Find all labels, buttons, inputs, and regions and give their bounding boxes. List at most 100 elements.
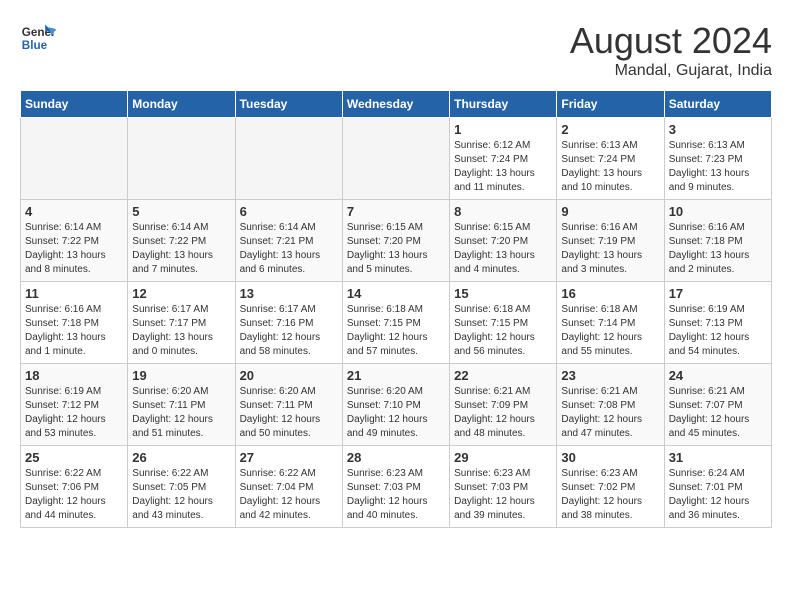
calendar-cell-1-0: 4Sunrise: 6:14 AM Sunset: 7:22 PM Daylig… bbox=[21, 200, 128, 282]
calendar-cell-4-6: 31 Sunrise: 6:24 AM Sunset: 7:01 PM Dayli… bbox=[664, 446, 771, 528]
day-number: 1 bbox=[454, 122, 552, 137]
day-number: 17 bbox=[669, 286, 767, 301]
day-number: 31 bbox=[669, 450, 767, 465]
calendar-cell-1-5: 9 Sunrise: 6:16 AM Sunset: 7:19 PM Daylig… bbox=[557, 200, 664, 282]
calendar-cell-0-3 bbox=[342, 118, 449, 200]
calendar-cell-1-6: 10 Sunrise: 6:16 AM Sunset: 7:18 PM Dayli… bbox=[664, 200, 771, 282]
weekday-header-row: Sunday Monday Tuesday Wednesday Thursday… bbox=[21, 91, 772, 118]
day-info: Sunrise: 6:21 AM Sunset: 7:07 PM Dayligh… bbox=[669, 385, 767, 441]
calendar-table: Sunday Monday Tuesday Wednesday Thursday… bbox=[20, 90, 772, 528]
week-row-4: 18 Sunrise: 6:19 AM Sunset: 7:12 PM Dayli… bbox=[21, 364, 772, 446]
calendar-cell-2-5: 16 Sunrise: 6:18 AM Sunset: 7:14 PM Dayli… bbox=[557, 282, 664, 364]
week-row-3: 11 Sunrise: 6:16 AM Sunset: 7:18 PM Dayli… bbox=[21, 282, 772, 364]
calendar-cell-3-5: 23 Sunrise: 6:21 AM Sunset: 7:08 PM Dayli… bbox=[557, 364, 664, 446]
calendar-cell-4-4: 29Sunrise: 6:23 AM Sunset: 7:03 PM Dayli… bbox=[450, 446, 557, 528]
calendar-cell-1-1: 5 Sunrise: 6:14 AM Sunset: 7:22 PM Daylig… bbox=[128, 200, 235, 282]
day-number: 5 bbox=[132, 204, 230, 219]
day-number: 3 bbox=[669, 122, 767, 137]
day-info: Sunrise: 6:12 AM Sunset: 7:24 PM Dayligh… bbox=[454, 139, 552, 195]
calendar-cell-1-4: 8Sunrise: 6:15 AM Sunset: 7:20 PM Daylig… bbox=[450, 200, 557, 282]
day-info: Sunrise: 6:18 AM Sunset: 7:15 PM Dayligh… bbox=[454, 303, 552, 359]
day-number: 29 bbox=[454, 450, 552, 465]
week-row-5: 25Sunrise: 6:22 AM Sunset: 7:06 PM Dayli… bbox=[21, 446, 772, 528]
location-title: Mandal, Gujarat, India bbox=[570, 62, 772, 80]
month-title: August 2024 bbox=[570, 20, 772, 62]
header-thursday: Thursday bbox=[450, 91, 557, 118]
day-number: 30 bbox=[561, 450, 659, 465]
day-info: Sunrise: 6:16 AM Sunset: 7:19 PM Dayligh… bbox=[561, 221, 659, 277]
calendar-cell-0-5: 2 Sunrise: 6:13 AM Sunset: 7:24 PM Daylig… bbox=[557, 118, 664, 200]
day-number: 22 bbox=[454, 368, 552, 383]
calendar-cell-3-3: 21 Sunrise: 6:20 AM Sunset: 7:10 PM Dayli… bbox=[342, 364, 449, 446]
day-info: Sunrise: 6:16 AM Sunset: 7:18 PM Dayligh… bbox=[669, 221, 767, 277]
header-sunday: Sunday bbox=[21, 91, 128, 118]
day-info: Sunrise: 6:23 AM Sunset: 7:03 PM Dayligh… bbox=[347, 467, 445, 523]
header-friday: Friday bbox=[557, 91, 664, 118]
day-info: Sunrise: 6:17 AM Sunset: 7:17 PM Dayligh… bbox=[132, 303, 230, 359]
calendar-cell-0-6: 3 Sunrise: 6:13 AM Sunset: 7:23 PM Daylig… bbox=[664, 118, 771, 200]
day-info: Sunrise: 6:20 AM Sunset: 7:11 PM Dayligh… bbox=[240, 385, 338, 441]
day-number: 8 bbox=[454, 204, 552, 219]
week-row-2: 4 Sunrise: 6:14 AM Sunset: 7:22 PM Daylig… bbox=[21, 200, 772, 282]
day-number: 11 bbox=[25, 286, 123, 301]
day-number: 18 bbox=[25, 368, 123, 383]
day-number: 21 bbox=[347, 368, 445, 383]
day-info: Sunrise: 6:21 AM Sunset: 7:08 PM Dayligh… bbox=[561, 385, 659, 441]
day-number: 19 bbox=[132, 368, 230, 383]
calendar-cell-3-0: 18 Sunrise: 6:19 AM Sunset: 7:12 PM Dayli… bbox=[21, 364, 128, 446]
day-info: Sunrise: 6:19 AM Sunset: 7:13 PM Dayligh… bbox=[669, 303, 767, 359]
day-number: 23 bbox=[561, 368, 659, 383]
calendar-cell-0-1 bbox=[128, 118, 235, 200]
day-number: 20 bbox=[240, 368, 338, 383]
week-row-1: 1 Sunrise: 6:12 AM Sunset: 7:24 PM Daylig… bbox=[21, 118, 772, 200]
day-info: Sunrise: 6:22 AM Sunset: 7:05 PM Dayligh… bbox=[132, 467, 230, 523]
header-wednesday: Wednesday bbox=[342, 91, 449, 118]
day-number: 24 bbox=[669, 368, 767, 383]
day-number: 2 bbox=[561, 122, 659, 137]
calendar-cell-3-6: 24 Sunrise: 6:21 AM Sunset: 7:07 PM Dayli… bbox=[664, 364, 771, 446]
day-number: 25 bbox=[25, 450, 123, 465]
day-info: Sunrise: 6:18 AM Sunset: 7:14 PM Dayligh… bbox=[561, 303, 659, 359]
day-info: Sunrise: 6:20 AM Sunset: 7:10 PM Dayligh… bbox=[347, 385, 445, 441]
logo-icon: General Blue bbox=[20, 20, 56, 56]
day-info: Sunrise: 6:21 AM Sunset: 7:09 PM Dayligh… bbox=[454, 385, 552, 441]
day-info: Sunrise: 6:13 AM Sunset: 7:24 PM Dayligh… bbox=[561, 139, 659, 195]
header-saturday: Saturday bbox=[664, 91, 771, 118]
calendar-cell-4-5: 30 Sunrise: 6:23 AM Sunset: 7:02 PM Dayli… bbox=[557, 446, 664, 528]
day-number: 7 bbox=[347, 204, 445, 219]
day-number: 6 bbox=[240, 204, 338, 219]
day-info: Sunrise: 6:19 AM Sunset: 7:12 PM Dayligh… bbox=[25, 385, 123, 441]
day-info: Sunrise: 6:16 AM Sunset: 7:18 PM Dayligh… bbox=[25, 303, 123, 359]
header-tuesday: Tuesday bbox=[235, 91, 342, 118]
day-info: Sunrise: 6:24 AM Sunset: 7:01 PM Dayligh… bbox=[669, 467, 767, 523]
day-info: Sunrise: 6:18 AM Sunset: 7:15 PM Dayligh… bbox=[347, 303, 445, 359]
calendar-cell-1-3: 7Sunrise: 6:15 AM Sunset: 7:20 PM Daylig… bbox=[342, 200, 449, 282]
day-info: Sunrise: 6:23 AM Sunset: 7:02 PM Dayligh… bbox=[561, 467, 659, 523]
day-number: 4 bbox=[25, 204, 123, 219]
day-number: 10 bbox=[669, 204, 767, 219]
calendar-cell-4-2: 27Sunrise: 6:22 AM Sunset: 7:04 PM Dayli… bbox=[235, 446, 342, 528]
calendar-cell-3-4: 22 Sunrise: 6:21 AM Sunset: 7:09 PM Dayli… bbox=[450, 364, 557, 446]
day-info: Sunrise: 6:17 AM Sunset: 7:16 PM Dayligh… bbox=[240, 303, 338, 359]
calendar-cell-0-2 bbox=[235, 118, 342, 200]
calendar-cell-4-3: 28 Sunrise: 6:23 AM Sunset: 7:03 PM Dayli… bbox=[342, 446, 449, 528]
calendar-cell-3-1: 19 Sunrise: 6:20 AM Sunset: 7:11 PM Dayli… bbox=[128, 364, 235, 446]
calendar-cell-0-0 bbox=[21, 118, 128, 200]
day-number: 13 bbox=[240, 286, 338, 301]
day-info: Sunrise: 6:14 AM Sunset: 7:21 PM Dayligh… bbox=[240, 221, 338, 277]
logo: General Blue bbox=[20, 20, 56, 56]
day-info: Sunrise: 6:14 AM Sunset: 7:22 PM Dayligh… bbox=[132, 221, 230, 277]
calendar-cell-2-1: 12 Sunrise: 6:17 AM Sunset: 7:17 PM Dayli… bbox=[128, 282, 235, 364]
day-info: Sunrise: 6:20 AM Sunset: 7:11 PM Dayligh… bbox=[132, 385, 230, 441]
title-area: August 2024 Mandal, Gujarat, India bbox=[570, 20, 772, 80]
day-number: 28 bbox=[347, 450, 445, 465]
day-info: Sunrise: 6:22 AM Sunset: 7:04 PM Dayligh… bbox=[240, 467, 338, 523]
day-number: 16 bbox=[561, 286, 659, 301]
day-number: 15 bbox=[454, 286, 552, 301]
page-header: General Blue August 2024 Mandal, Gujarat… bbox=[20, 20, 772, 80]
day-info: Sunrise: 6:13 AM Sunset: 7:23 PM Dayligh… bbox=[669, 139, 767, 195]
day-number: 12 bbox=[132, 286, 230, 301]
day-number: 9 bbox=[561, 204, 659, 219]
calendar-cell-1-2: 6 Sunrise: 6:14 AM Sunset: 7:21 PM Daylig… bbox=[235, 200, 342, 282]
calendar-cell-2-0: 11 Sunrise: 6:16 AM Sunset: 7:18 PM Dayli… bbox=[21, 282, 128, 364]
